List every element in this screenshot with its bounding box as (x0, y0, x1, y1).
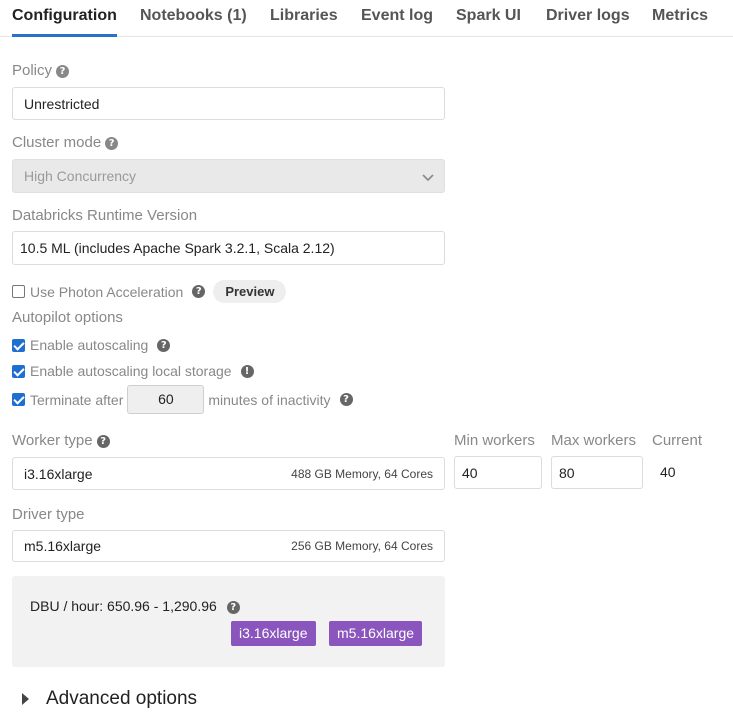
worker-type-label-text: Worker type (12, 432, 93, 449)
tab-metrics[interactable]: Metrics (652, 6, 708, 37)
runtime-select[interactable]: 10.5 ML (includes Apache Spark 3.2.1, Sc… (12, 231, 445, 265)
policy-label-text: Policy (12, 62, 53, 79)
tab-event-log[interactable]: Event log (361, 6, 433, 37)
terminate-checkbox[interactable] (12, 393, 25, 406)
min-workers-value: 40 (462, 464, 478, 481)
runtime-label: Databricks Runtime Version (12, 207, 198, 224)
photon-row: Use Photon Acceleration ? Preview (12, 280, 287, 303)
local-storage-row: Enable autoscaling local storage ! (12, 363, 254, 379)
policy-label: Policy? (12, 62, 70, 79)
min-workers-input[interactable]: 40 (454, 456, 542, 489)
tab-bar: Configuration Notebooks (1) Libraries Ev… (0, 0, 733, 37)
cluster-mode-label-text: Cluster mode (12, 134, 102, 151)
help-icon[interactable]: ? (226, 601, 240, 614)
photon-checkbox[interactable] (12, 285, 25, 298)
chevron-down-icon (422, 174, 434, 182)
cluster-mode-select: High Concurrency (12, 159, 445, 193)
photon-label: Use Photon Acceleration (30, 283, 184, 300)
cluster-mode-label: Cluster mode? (12, 134, 119, 151)
advanced-options-label: Advanced options (46, 688, 198, 709)
policy-value: Unrestricted (24, 95, 100, 112)
dbu-panel: DBU / hour: 650.96 - 1,290.96? i3.16xlar… (12, 576, 445, 667)
autoscaling-checkbox[interactable] (12, 338, 25, 352)
driver-specs: 256 GB Memory, 64 Cores (291, 539, 433, 553)
max-workers-value: 80 (559, 464, 575, 481)
worker-type-select[interactable]: i3.16xlarge 488 GB Memory, 64 Cores (12, 457, 445, 490)
help-icon[interactable]: ? (339, 393, 353, 406)
local-storage-checkbox[interactable] (12, 364, 25, 378)
terminate-minutes-input[interactable]: 60 (127, 385, 205, 414)
tab-driver-logs[interactable]: Driver logs (546, 6, 630, 37)
advanced-options-toggle[interactable]: Advanced options (22, 688, 197, 710)
help-icon[interactable]: ? (105, 137, 119, 150)
max-workers-input[interactable]: 80 (551, 456, 643, 489)
tab-libraries[interactable]: Libraries (270, 6, 338, 37)
driver-type-value: m5.16xlarge (24, 538, 102, 554)
autoscaling-label: Enable autoscaling (30, 337, 149, 353)
driver-type-label: Driver type (12, 506, 85, 523)
help-icon[interactable]: ? (96, 435, 110, 448)
help-icon[interactable]: ? (157, 338, 171, 352)
driver-type-select[interactable]: m5.16xlarge 256 GB Memory, 64 Cores (12, 530, 445, 562)
tab-configuration[interactable]: Configuration (12, 6, 117, 37)
max-workers-label: Max workers (551, 432, 637, 449)
terminate-suffix: minutes of inactivity (208, 391, 331, 408)
cluster-mode-value: High Concurrency (24, 168, 137, 184)
worker-type-label: Worker type? (12, 432, 110, 449)
dbu-text: DBU / hour: 650.96 - 1,290.96 (30, 598, 217, 614)
terminate-row: Terminate after 60 minutes of inactivity… (12, 385, 353, 414)
current-workers-label: Current (652, 432, 703, 449)
tab-spark-ui[interactable]: Spark UI (456, 6, 521, 37)
dbu-summary: DBU / hour: 650.96 - 1,290.96? (30, 598, 240, 614)
policy-select[interactable]: Unrestricted (12, 87, 445, 120)
caret-right-icon (22, 693, 29, 705)
autopilot-heading: Autopilot options (12, 309, 123, 326)
min-workers-label: Min workers (454, 432, 535, 449)
help-icon[interactable]: ? (192, 285, 206, 298)
worker-specs: 488 GB Memory, 64 Cores (291, 466, 433, 481)
current-workers-value: 40 (660, 464, 676, 480)
worker-badge: i3.16xlarge (231, 621, 316, 646)
runtime-value: 10.5 ML (includes Apache Spark 3.2.1, Sc… (20, 240, 335, 256)
worker-type-value: i3.16xlarge (24, 465, 93, 482)
terminate-prefix: Terminate after (30, 391, 124, 408)
driver-badge: m5.16xlarge (329, 621, 423, 646)
tab-notebooks[interactable]: Notebooks (1) (140, 6, 247, 37)
warning-icon[interactable]: ! (240, 364, 254, 378)
autoscaling-row: Enable autoscaling ? (12, 337, 171, 353)
preview-badge: Preview (213, 280, 287, 303)
help-icon[interactable]: ? (56, 65, 70, 78)
local-storage-label: Enable autoscaling local storage (30, 363, 232, 379)
